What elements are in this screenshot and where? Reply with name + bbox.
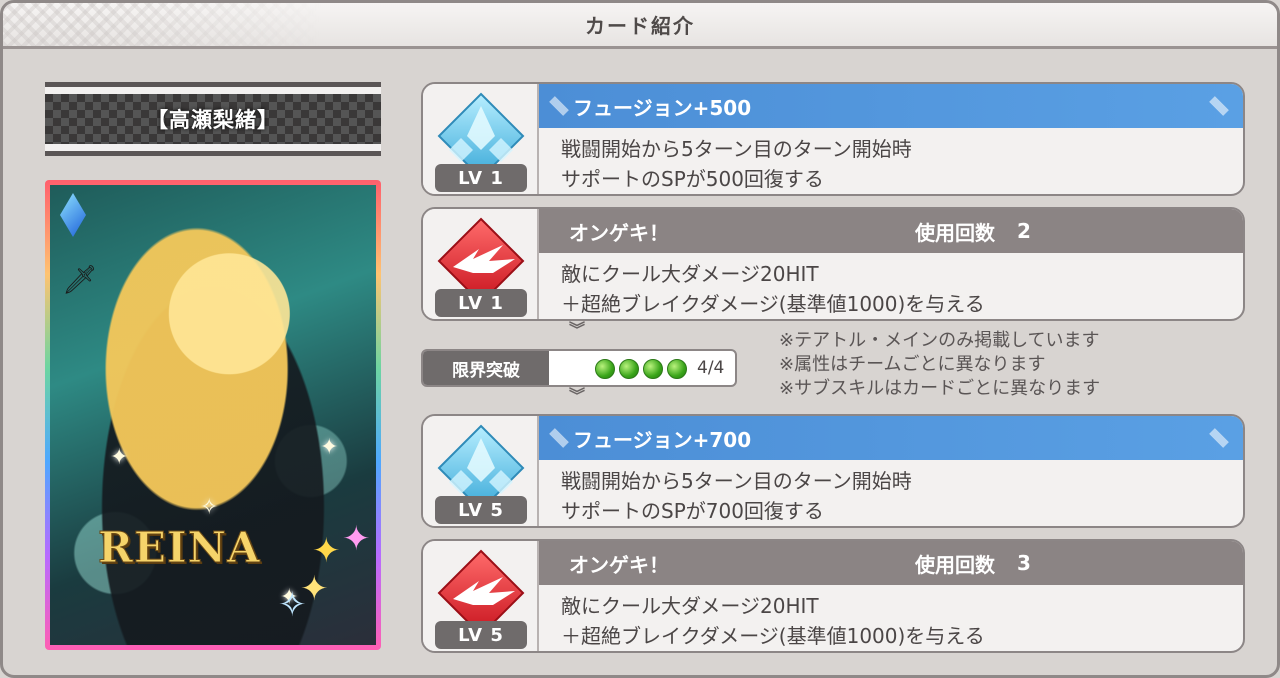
skill-icon-box: LV 5 — [423, 416, 539, 526]
notes: ※テアトル・メインのみ掲載しています ※属性はチームごとに異なります ※サブスキ… — [779, 329, 1100, 401]
note-line: ※テアトル・メインのみ掲載しています — [779, 330, 1100, 351]
skill-name: フュージョン+500 — [573, 95, 752, 120]
limit-break-dot-icon — [619, 359, 639, 379]
star-icon: ✧ — [278, 585, 307, 625]
double-chevron-down-icon: ︾ — [569, 386, 586, 405]
card-intro-window: カード紹介 【高瀬梨緒】 🗡 ✦ ✦ ✧ ✦ REINA ✦ ✦ ✦ ✧ LV … — [0, 0, 1280, 678]
card-illustration: 🗡 ✦ ✦ ✧ ✦ REINA ✦ ✦ ✦ ✧ — [45, 180, 381, 650]
sparkle-icon: ✧ — [200, 495, 219, 520]
skill-desc-line: ＋超絶ブレイクダメージ(基準値1000)を与える — [561, 292, 985, 316]
skill-icon-box: LV 5 — [423, 541, 539, 651]
skill-desc-line: サポートのSPが700回復する — [561, 499, 824, 523]
skill-name: フュージョン+700 — [573, 427, 752, 452]
limit-break-bar: 限界突破 4/4 — [421, 349, 737, 387]
star-icon: ✦ — [342, 519, 371, 559]
skill-row-ongeki-lv1: LV 1 オンゲキ！ 使用回数 2 敵にクール大ダメージ20HIT ＋超絶ブレイ… — [421, 207, 1245, 321]
limit-break-label: 限界突破 — [423, 351, 549, 385]
skill-desc-line: 敵にクール大ダメージ20HIT — [561, 594, 819, 618]
skill-title-bar: オンゲキ！ 使用回数 2 — [539, 209, 1243, 253]
skill-desc-line: 戦闘開始から5ターン目のターン開始時 — [561, 469, 912, 493]
sparkle-icon: ✦ — [110, 445, 129, 470]
level-badge: LV 1 — [435, 289, 527, 317]
uses-label: 使用回数 — [915, 220, 995, 245]
card-name-logo: REINA — [98, 523, 261, 573]
skill-icon-box: LV 1 — [423, 84, 539, 194]
skill-row-ongeki-lv5: LV 5 オンゲキ！ 使用回数 3 敵にクール大ダメージ20HIT ＋超絶ブレイ… — [421, 539, 1245, 653]
skill-name: オンゲキ！ — [569, 220, 669, 245]
level-badge: LV 5 — [435, 496, 527, 524]
sword-icon: 🗡 — [62, 263, 98, 296]
blue-crystal-icon — [437, 424, 525, 502]
uses-value: 3 — [1017, 551, 1031, 575]
diamond-deco-icon — [1205, 424, 1233, 452]
diamond-deco-icon — [545, 424, 573, 452]
skill-description: 戦闘開始から5ターン目のターン開始時 サポートのSPが500回復する — [561, 134, 1233, 194]
page-title: カード紹介 — [585, 14, 695, 38]
character-name: 【高瀬梨緒】 — [147, 108, 279, 132]
note-line: ※サブスキルはカードごとに異なります — [779, 378, 1101, 399]
skill-title-bar: オンゲキ！ 使用回数 3 — [539, 541, 1243, 585]
limit-break-count: 4/4 — [697, 358, 725, 378]
header-pattern — [3, 3, 323, 46]
skill-desc-line: ＋超絶ブレイクダメージ(基準値1000)を与える — [561, 624, 985, 648]
skill-name: オンゲキ！ — [569, 552, 669, 577]
star-icon: ✦ — [312, 531, 341, 571]
uses-label: 使用回数 — [915, 552, 995, 577]
red-burst-icon — [437, 217, 525, 295]
skill-desc-line: 戦闘開始から5ターン目のターン開始時 — [561, 137, 912, 161]
level-badge: LV 1 — [435, 164, 527, 192]
skill-icon-box: LV 1 — [423, 209, 539, 319]
uses-count: 使用回数 2 — [915, 209, 1031, 253]
limit-break-dot-icon — [643, 359, 663, 379]
skill-row-fusion-lv1: LV 1 フュージョン+500 戦闘開始から5ターン目のターン開始時 サポートの… — [421, 82, 1245, 196]
header-bar: カード紹介 — [3, 3, 1277, 49]
limit-break-dot-icon — [595, 359, 615, 379]
skill-title-bar: フュージョン+700 — [539, 416, 1243, 460]
sparkle-icon: ✦ — [320, 435, 339, 460]
diamond-deco-icon — [545, 92, 573, 120]
uses-value: 2 — [1017, 219, 1031, 243]
note-line: ※属性はチームごとに異なります — [779, 354, 1046, 375]
uses-count: 使用回数 3 — [915, 541, 1031, 585]
limit-break-dot-icon — [667, 359, 687, 379]
character-name-plate: 【高瀬梨緒】 — [45, 94, 381, 144]
skill-description: 敵にクール大ダメージ20HIT ＋超絶ブレイクダメージ(基準値1000)を与える — [561, 591, 1233, 651]
blue-crystal-icon — [437, 92, 525, 170]
level-badge: LV 5 — [435, 621, 527, 649]
skill-desc-line: 敵にクール大ダメージ20HIT — [561, 262, 819, 286]
red-burst-icon — [437, 549, 525, 627]
skill-description: 戦闘開始から5ターン目のターン開始時 サポートのSPが700回復する — [561, 466, 1233, 526]
character-name-banner: 【高瀬梨緒】 — [45, 82, 381, 156]
skill-title-bar: フュージョン+500 — [539, 84, 1243, 128]
skill-row-fusion-lv5: LV 5 フュージョン+700 戦闘開始から5ターン目のターン開始時 サポートの… — [421, 414, 1245, 528]
skill-description: 敵にクール大ダメージ20HIT ＋超絶ブレイクダメージ(基準値1000)を与える — [561, 259, 1233, 319]
limit-break-dots — [595, 359, 687, 379]
diamond-deco-icon — [1205, 92, 1233, 120]
double-chevron-down-icon: ︾ — [569, 320, 586, 339]
skill-desc-line: サポートのSPが500回復する — [561, 167, 824, 191]
